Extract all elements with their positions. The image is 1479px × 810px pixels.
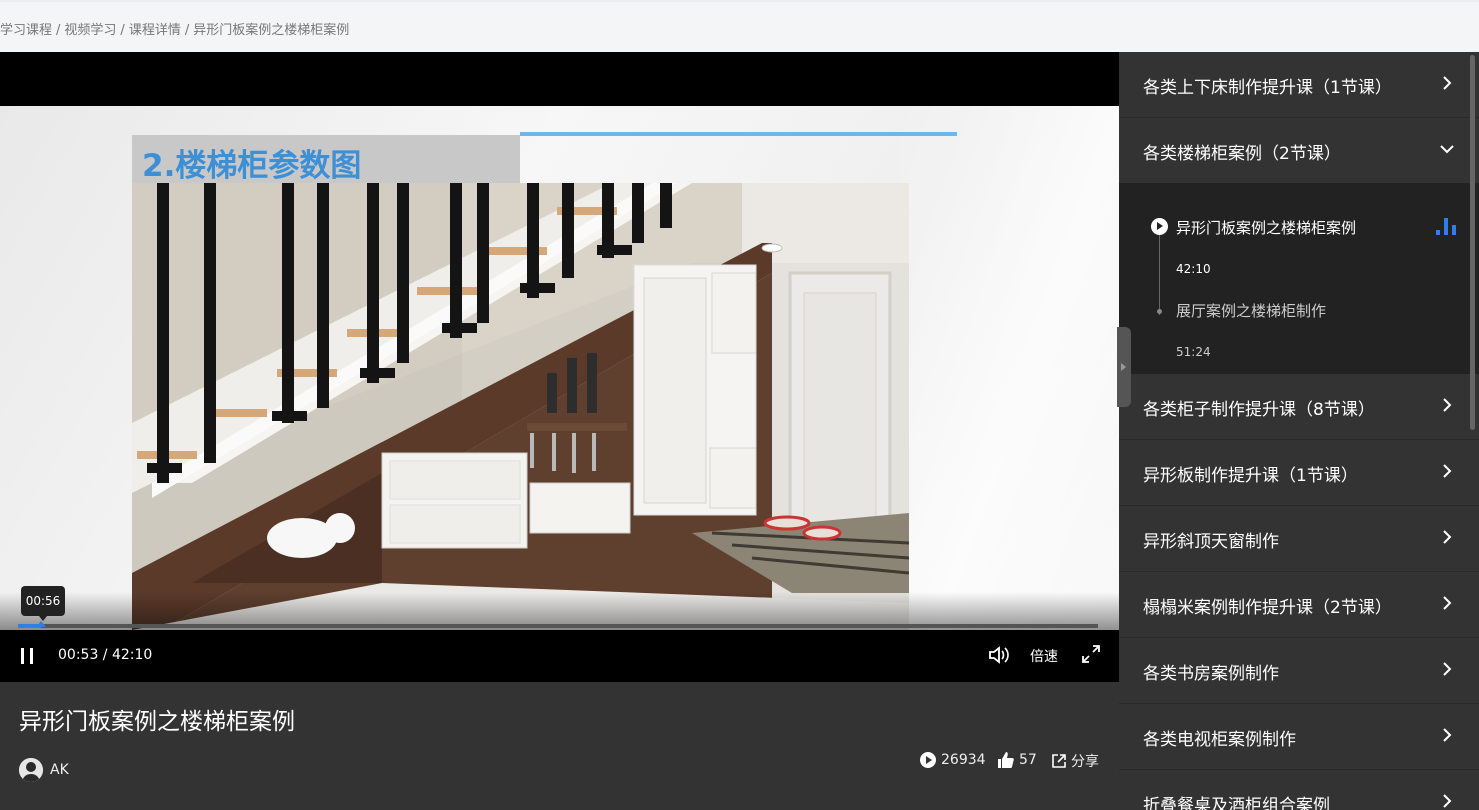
- view-count-value: 26934: [941, 752, 986, 768]
- course-section[interactable]: 异形板制作提升课（1节课）: [1119, 440, 1479, 506]
- chevron-right-icon: [1443, 464, 1452, 478]
- now-playing-bars-icon: [1436, 218, 1456, 235]
- course-section-label: 各类楼梯柜案例（2节课）: [1143, 144, 1341, 164]
- breadcrumb-current: 异形门板案例之楼梯柜案例: [193, 23, 350, 38]
- course-sidebar: 各类上下床制作提升课（1节课） 各类楼梯柜案例（2节课） 异形门板案例之楼梯柜案…: [1119, 52, 1479, 810]
- course-section[interactable]: 各类上下床制作提升课（1节课）: [1119, 52, 1479, 118]
- course-section-expanded[interactable]: 各类楼梯柜案例（2节课）: [1119, 118, 1479, 184]
- video-player[interactable]: 2.楼梯柜参数图 00:56 00:53 / 42:10 倍速: [0, 52, 1119, 682]
- view-count: 26934: [919, 751, 986, 769]
- top-bar: 学习课程 / 视频学习 / 课程详情 / 异形门板案例之楼梯柜案例: [0, 0, 1479, 52]
- course-section-label: 各类柜子制作提升课（8节课）: [1143, 400, 1375, 420]
- course-section-label: 榻榻米案例制作提升课（2节课）: [1143, 598, 1392, 618]
- breadcrumb-item[interactable]: 学习课程: [0, 23, 52, 38]
- chevron-right-icon: [1443, 662, 1452, 676]
- course-section[interactable]: 异形斜顶天窗制作: [1119, 506, 1479, 572]
- volume-icon[interactable]: [988, 645, 1010, 665]
- chevron-right-icon: [1443, 728, 1452, 742]
- course-section[interactable]: 榻榻米案例制作提升课（2节课）: [1119, 572, 1479, 638]
- lesson-item-current[interactable]: 异形门板案例之楼梯柜案例: [1176, 217, 1356, 238]
- course-section[interactable]: 各类电视柜案例制作: [1119, 704, 1479, 770]
- course-section-label: 异形板制作提升课（1节课）: [1143, 466, 1358, 486]
- chevron-right-icon: [1443, 398, 1452, 412]
- video-title: 异形门板案例之楼梯柜案例: [19, 709, 295, 735]
- course-section[interactable]: 折叠餐桌及酒柜组合案例: [1119, 770, 1479, 810]
- sidebar-scrollbar[interactable]: [1470, 55, 1475, 430]
- playback-speed-button[interactable]: 倍速: [1030, 646, 1058, 666]
- course-section-label: 异形斜顶天窗制作: [1143, 532, 1279, 552]
- breadcrumb-item[interactable]: 视频学习: [64, 23, 116, 38]
- progress-bar[interactable]: [18, 621, 1098, 628]
- slide-title: 2.楼梯柜参数图: [142, 148, 362, 184]
- pause-button[interactable]: [19, 648, 35, 664]
- lesson-dot: [1157, 309, 1162, 314]
- chevron-right-icon: [1443, 530, 1452, 544]
- play-circle-icon: [1151, 218, 1168, 235]
- progress-handle[interactable]: [36, 621, 46, 627]
- share-button[interactable]: 分享: [1051, 751, 1099, 771]
- staircase-cabinet-image: [132, 183, 909, 630]
- lesson-duration: 42:10: [1176, 262, 1211, 276]
- author-name[interactable]: AK: [50, 762, 69, 778]
- like-button[interactable]: 57: [997, 751, 1037, 769]
- like-count: 57: [1019, 752, 1037, 768]
- course-section-label: 各类书房案例制作: [1143, 664, 1279, 684]
- course-section-label: 各类上下床制作提升课（1节课）: [1143, 78, 1392, 98]
- lesson-list: 异形门板案例之楼梯柜案例 42:10 展厅案例之楼梯柜制作 51:24: [1119, 183, 1479, 374]
- share-label: 分享: [1071, 754, 1099, 770]
- share-icon: [1052, 754, 1066, 768]
- breadcrumb: 学习课程 / 视频学习 / 课程详情 / 异形门板案例之楼梯柜案例: [0, 23, 350, 38]
- lesson-item[interactable]: 展厅案例之楼梯柜制作: [1176, 300, 1326, 321]
- chevron-right-icon: [1443, 794, 1452, 808]
- course-section[interactable]: 各类柜子制作提升课（8节课）: [1119, 374, 1479, 440]
- seek-time-tooltip: 00:56: [21, 586, 65, 621]
- lesson-duration: 51:24: [1176, 345, 1211, 359]
- avatar[interactable]: [19, 758, 43, 782]
- course-section[interactable]: 各类书房案例制作: [1119, 638, 1479, 704]
- time-display: 00:53 / 42:10: [58, 647, 153, 663]
- course-section-label: 折叠餐桌及酒柜组合案例: [1143, 796, 1330, 810]
- video-frame: 2.楼梯柜参数图: [0, 106, 1119, 630]
- breadcrumb-item[interactable]: 课程详情: [129, 23, 181, 38]
- chevron-right-icon: [1443, 596, 1452, 610]
- fullscreen-icon[interactable]: [1081, 644, 1101, 664]
- video-info-panel: 异形门板案例之楼梯柜案例 AK 26934 57 分享: [0, 682, 1119, 810]
- course-section-label: 各类电视柜案例制作: [1143, 730, 1296, 750]
- thumbs-up-icon: [998, 752, 1014, 768]
- sidebar-collapse-handle[interactable]: [1117, 327, 1131, 407]
- slide-accent-bar: [520, 132, 957, 136]
- play-count-icon: [920, 752, 936, 768]
- chevron-down-icon: [1440, 145, 1454, 154]
- chevron-right-icon: [1443, 76, 1452, 90]
